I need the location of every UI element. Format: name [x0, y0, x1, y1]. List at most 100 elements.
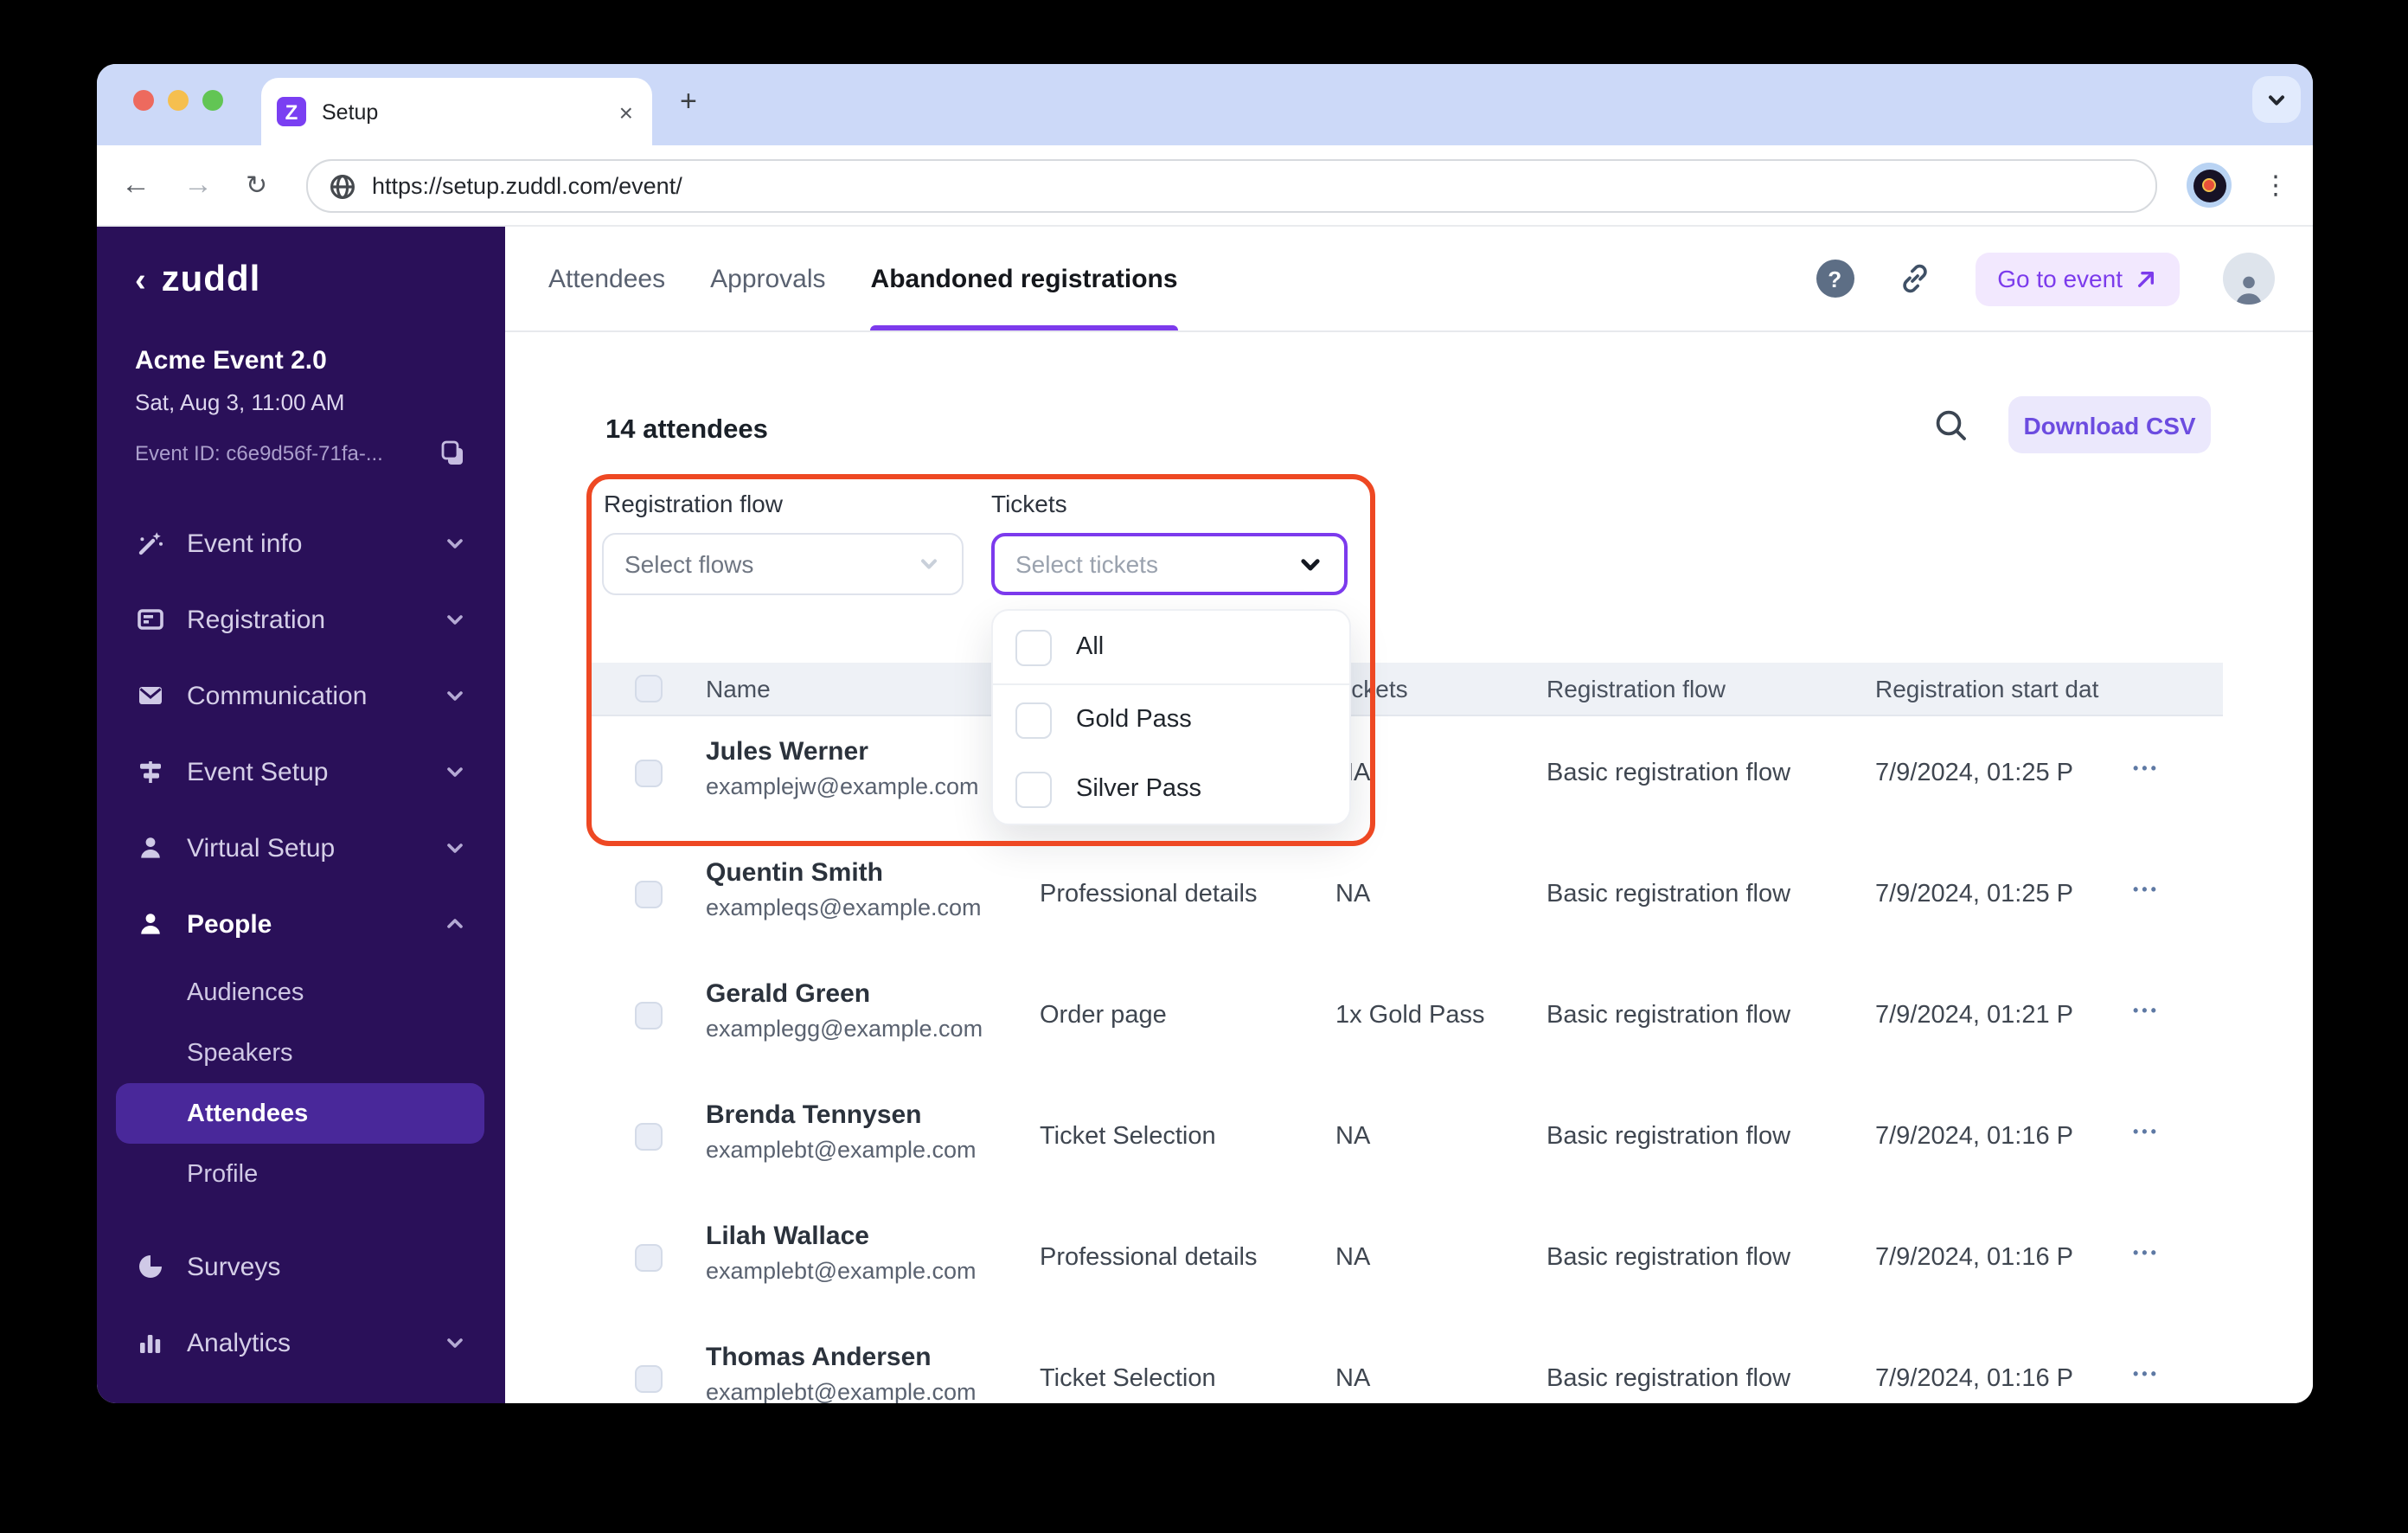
- sidebar-item-surveys[interactable]: Surveys: [97, 1228, 505, 1305]
- table-row[interactable]: Thomas Andersen examplebt@example.com Tic…: [588, 1320, 2223, 1403]
- tab-search-chevron-button[interactable]: [2252, 76, 2301, 123]
- registration-flow-select[interactable]: Select flows: [602, 533, 964, 595]
- attendee-email: examplebt@example.com: [706, 1379, 977, 1403]
- table-row[interactable]: Brenda Tennysen examplebt@example.com Tic…: [588, 1078, 2223, 1199]
- row-menu-button[interactable]: •••: [2133, 760, 2160, 777]
- row-menu-button[interactable]: •••: [2133, 881, 2160, 898]
- attendee-email: examplebt@example.com: [706, 1137, 977, 1163]
- sidebar-collapse-chevron[interactable]: ‹: [135, 263, 146, 301]
- link-icon[interactable]: [1897, 261, 1931, 296]
- registration-start-cell: 7/9/2024, 01:16 P: [1875, 1123, 2073, 1151]
- browser-profile-avatar[interactable]: [2187, 163, 2232, 208]
- chevron-down-icon: [445, 837, 465, 858]
- tickets-cell: NA: [1335, 881, 1371, 908]
- browser-toolbar: ← → ↻ https://setup.zuddl.com/event/ ⋮: [97, 145, 2313, 227]
- pie-icon: [135, 1252, 164, 1281]
- tab-close-icon[interactable]: ×: [619, 98, 633, 125]
- chevron-down-icon: [445, 533, 465, 554]
- chevron-down-icon: [2269, 94, 2284, 105]
- sidebar-item-people[interactable]: People: [97, 886, 505, 962]
- sidebar-item-analytics[interactable]: Analytics: [97, 1305, 505, 1381]
- help-icon[interactable]: ?: [1816, 260, 1854, 298]
- table-row[interactable]: Gerald Green examplegg@example.com Order …: [588, 957, 2223, 1078]
- registration-start-cell: 7/9/2024, 01:25 P: [1875, 760, 2073, 787]
- row-checkbox[interactable]: [635, 1002, 663, 1029]
- attendee-name: Quentin Smith: [706, 858, 883, 888]
- row-checkbox[interactable]: [635, 1123, 663, 1151]
- tickets-select[interactable]: Select tickets: [991, 533, 1348, 595]
- column-header-registration-start-date[interactable]: Registration start dat: [1875, 663, 2138, 715]
- sidebar-item-attendees[interactable]: Attendees: [116, 1083, 484, 1144]
- tickets-option-gold-pass[interactable]: Gold Pass: [993, 685, 1349, 754]
- table-row[interactable]: Quentin Smith exampleqs@example.com Profe…: [588, 836, 2223, 957]
- attendee-count: 14 attendees: [605, 415, 768, 445]
- sidebar-item-label: Virtual Setup: [187, 833, 336, 863]
- row-menu-button[interactable]: •••: [2133, 1244, 2160, 1261]
- checkbox[interactable]: [1015, 771, 1052, 807]
- sidebar-item-profile[interactable]: Profile: [97, 1144, 505, 1204]
- minimize-window-button[interactable]: [168, 90, 189, 111]
- registration-flow-placeholder: Select flows: [624, 550, 754, 578]
- sidebar-item-event-setup[interactable]: Event Setup: [97, 734, 505, 810]
- reload-button[interactable]: ↻: [246, 145, 267, 225]
- row-menu-button[interactable]: •••: [2133, 1123, 2160, 1140]
- bar-chart-icon: [135, 1328, 164, 1357]
- row-menu-button[interactable]: •••: [2133, 1365, 2160, 1382]
- checkbox[interactable]: [1015, 702, 1052, 738]
- sidebar-item-event-info[interactable]: Event info: [97, 505, 505, 581]
- attendee-email: examplejw@example.com: [706, 773, 979, 799]
- new-tab-button[interactable]: +: [680, 85, 697, 119]
- column-header-registration-flow[interactable]: Registration flow: [1547, 663, 1726, 715]
- person-icon: [2236, 276, 2262, 305]
- user-avatar[interactable]: [2223, 253, 2275, 305]
- row-checkbox[interactable]: [635, 1244, 663, 1272]
- address-bar[interactable]: https://setup.zuddl.com/event/: [306, 159, 2157, 213]
- sidebar-item-audiences[interactable]: Audiences: [97, 962, 505, 1023]
- checkbox[interactable]: [1015, 629, 1052, 665]
- browser-tab[interactable]: Z Setup ×: [261, 78, 652, 145]
- close-window-button[interactable]: [133, 90, 154, 111]
- table-body: Jules Werner examplejw@example.com NA Bas…: [588, 715, 2223, 1403]
- sidebar-item-speakers[interactable]: Speakers: [97, 1023, 505, 1083]
- tickets-option-silver-pass[interactable]: Silver Pass: [993, 754, 1349, 824]
- tab-abandoned-registrations[interactable]: Abandoned registrations: [870, 227, 1178, 330]
- search-icon[interactable]: [1932, 407, 1970, 445]
- back-button[interactable]: ←: [121, 145, 150, 225]
- row-menu-button[interactable]: •••: [2133, 1002, 2160, 1019]
- tickets-dropdown: All Gold Pass Silver Pass: [991, 609, 1351, 825]
- table-row[interactable]: Lilah Wallace examplebt@example.com Profe…: [588, 1199, 2223, 1320]
- tab-title: Setup: [322, 99, 379, 124]
- attendee-email: examplebt@example.com: [706, 1258, 977, 1284]
- main-area: Attendees Approvals Abandoned registrati…: [505, 227, 2313, 1403]
- zuddl-favicon-icon: Z: [277, 97, 306, 126]
- select-all-checkbox[interactable]: [635, 675, 663, 702]
- tab-attendees[interactable]: Attendees: [548, 227, 665, 330]
- column-header-name[interactable]: Name: [706, 663, 771, 715]
- download-csv-button[interactable]: Download CSV: [2008, 396, 2211, 453]
- tickets-option-all[interactable]: All: [993, 611, 1349, 685]
- sidebar-item-communication[interactable]: Communication: [97, 657, 505, 734]
- zoom-window-button[interactable]: [202, 90, 223, 111]
- option-label: Gold Pass: [1076, 706, 1192, 734]
- registration-flow-cell: Basic registration flow: [1547, 1244, 1791, 1272]
- tab-approvals[interactable]: Approvals: [710, 227, 825, 330]
- chevron-down-icon: [445, 761, 465, 782]
- browser-menu-button[interactable]: ⋮: [2263, 145, 2289, 225]
- tickets-cell: NA: [1335, 1244, 1371, 1272]
- drop-off-cell: Professional details: [1040, 1244, 1258, 1272]
- globe-icon: [330, 174, 355, 198]
- chevron-down-icon: [445, 685, 465, 706]
- attendee-name: Brenda Tennysen: [706, 1100, 922, 1130]
- chevron-down-icon: [1301, 558, 1320, 570]
- table-row[interactable]: Jules Werner examplejw@example.com NA Bas…: [588, 715, 2223, 836]
- row-checkbox[interactable]: [635, 760, 663, 787]
- chevron-down-icon: [445, 1332, 465, 1353]
- chevron-down-icon: [445, 609, 465, 630]
- sidebar-item-virtual-setup[interactable]: Virtual Setup: [97, 810, 505, 886]
- go-to-event-button[interactable]: Go to event: [1975, 252, 2180, 305]
- forward-button[interactable]: →: [183, 145, 213, 225]
- sidebar-item-registration[interactable]: Registration: [97, 581, 505, 657]
- copy-icon[interactable]: [439, 439, 467, 467]
- row-checkbox[interactable]: [635, 881, 663, 908]
- row-checkbox[interactable]: [635, 1365, 663, 1393]
